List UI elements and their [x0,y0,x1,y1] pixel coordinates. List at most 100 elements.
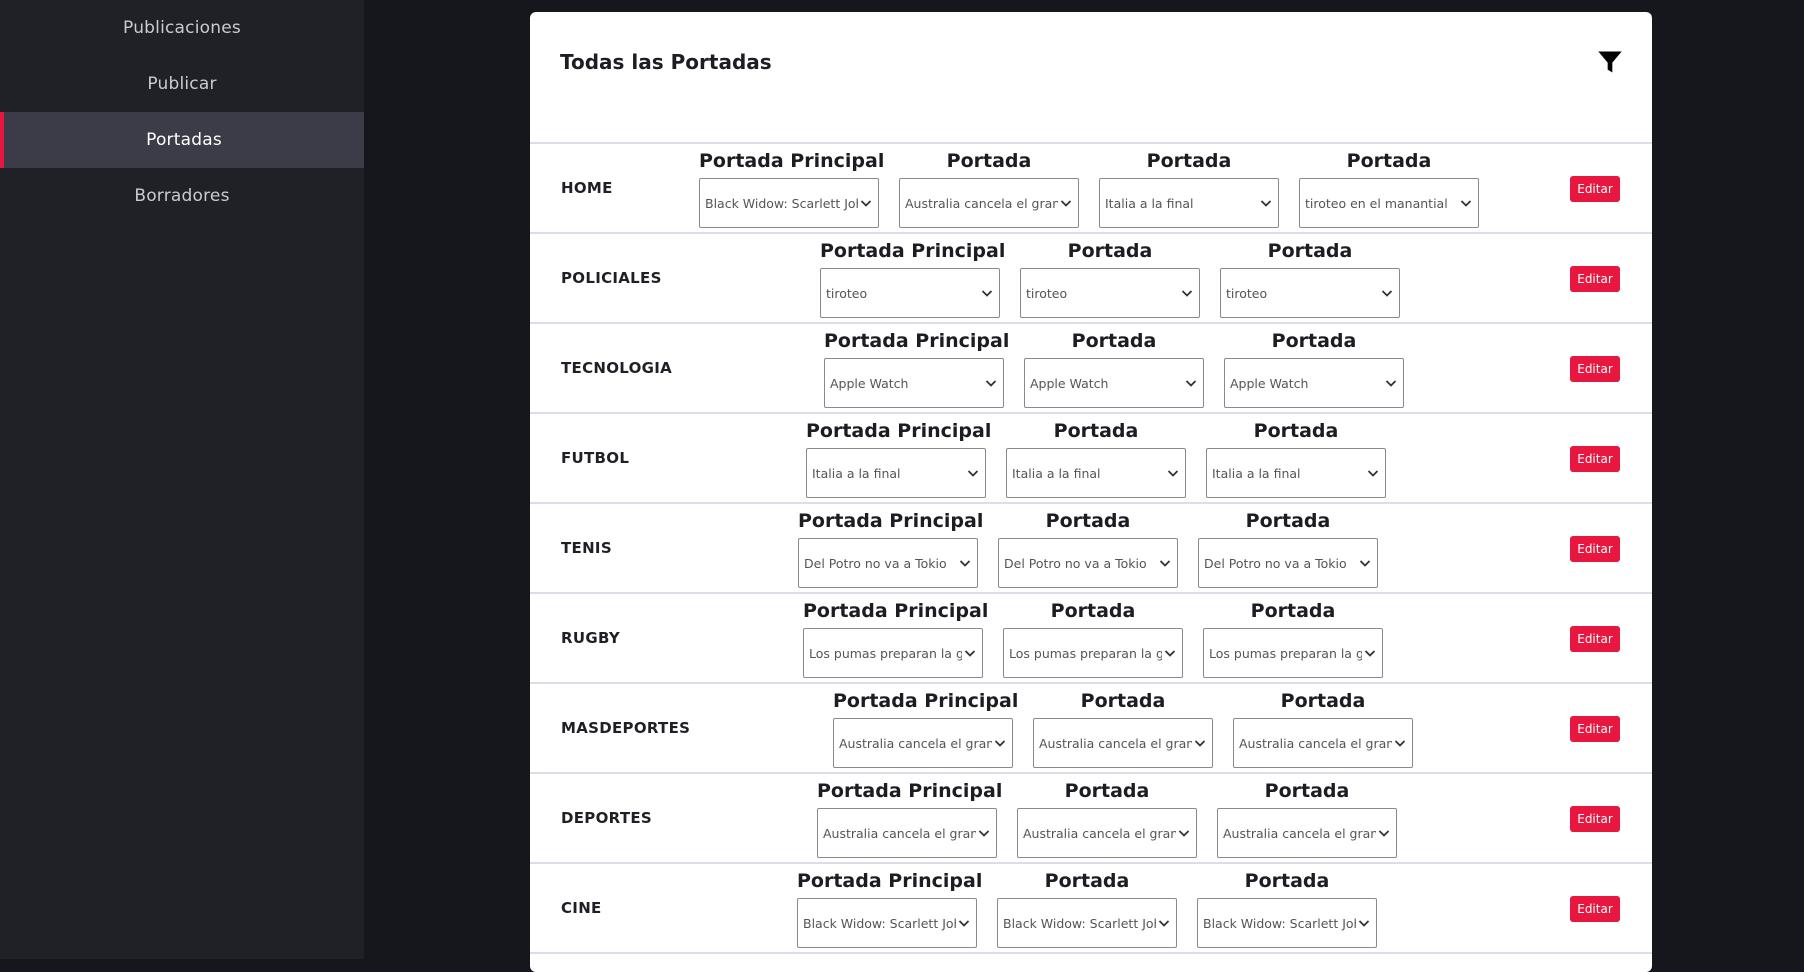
slot-label: Portada Principal [817,780,1003,802]
slot-label: Portada [1067,240,1153,262]
portada-slot: Portada Australia cancela el gran premio [1017,778,1197,858]
portada-select[interactable]: Los pumas preparan la gira [1003,628,1183,678]
portada-select[interactable]: Australia cancela el gran premio [833,718,1013,768]
slot-label: Portada [1253,420,1339,442]
portada-slot: Portada Apple Watch [1024,328,1204,408]
portada-select[interactable]: Black Widow: Scarlett Johansson [1197,898,1377,948]
section-row: FUTBOL Portada Principal Italia a la final… [530,414,1652,504]
slot-label: Portada [1271,330,1357,352]
section-name: MASDEPORTES [561,719,691,737]
portada-select[interactable]: Italia a la final [1099,178,1279,228]
slot-label: Portada [1064,780,1150,802]
select-value: Apple Watch [1030,375,1109,391]
chevron-down-icon [1359,560,1371,567]
portada-principal-slot: Portada Principal Apple Watch [824,328,1009,408]
portada-select[interactable]: Italia a la final [1206,448,1386,498]
edit-button[interactable]: Editar [1570,536,1620,562]
section-name: HOME [561,179,613,197]
portada-slot: Portada Italia a la final [1206,418,1386,498]
sidebar-item-borradores[interactable]: Borradores [0,168,364,224]
chevron-down-icon [1159,560,1171,567]
portada-select[interactable]: Australia cancela el gran premio [1217,808,1397,858]
portada-select[interactable]: tiroteo [820,268,1000,318]
chevron-down-icon [1367,470,1379,477]
chevron-down-icon [1167,470,1179,477]
chevron-down-icon [1185,380,1197,387]
portada-slots: Portada Principal Black Widow: Scarlett J… [699,148,1479,228]
chevron-down-icon [978,830,990,837]
filter-icon[interactable] [1596,48,1624,76]
card-header: Todas las Portadas [530,12,1652,142]
portada-select[interactable]: Australia cancela el gran premio [899,178,1079,228]
portada-select[interactable]: Del Potro no va a Tokio [798,538,978,588]
portada-select[interactable]: Italia a la final [806,448,986,498]
edit-button[interactable]: Editar [1570,356,1620,382]
chevron-down-icon [994,740,1006,747]
portada-slot: Portada Australia cancela el gran premio [1233,688,1413,768]
slot-label: Portada [1245,510,1331,532]
sections-list: HOME Portada Principal Black Widow: Scarle… [530,142,1652,954]
edit-button[interactable]: Editar [1570,176,1620,202]
edit-button[interactable]: Editar [1570,446,1620,472]
portada-select[interactable]: Apple Watch [1224,358,1404,408]
portada-select[interactable]: Italia a la final [1006,448,1186,498]
section-row: MASDEPORTES Portada Principal Australia ca… [530,684,1652,774]
portada-select[interactable]: Australia cancela el gran premio [817,808,997,858]
portada-select[interactable]: tiroteo [1220,268,1400,318]
slot-label: Portada [1053,420,1139,442]
select-value: Los pumas preparan la gira [1209,645,1362,661]
portada-select[interactable]: Los pumas preparan la gira [803,628,983,678]
slot-label: Portada Principal [798,510,984,532]
slot-label: Portada [1244,870,1330,892]
select-value: Australia cancela el gran premio [1023,825,1176,841]
edit-button[interactable]: Editar [1570,266,1620,292]
slot-label: Portada [1264,780,1350,802]
portada-slots: Portada Principal Apple Watch Portada Apple… [824,328,1404,408]
edit-button[interactable]: Editar [1570,806,1620,832]
select-value: Australia cancela el gran premio [839,735,992,751]
select-value: Del Potro no va a Tokio [1004,555,1147,571]
edit-button[interactable]: Editar [1570,626,1620,652]
portada-select[interactable]: Black Widow: Scarlett Johansson [997,898,1177,948]
select-value: Australia cancela el gran premio [823,825,976,841]
portada-select[interactable]: Apple Watch [1024,358,1204,408]
portada-select[interactable]: tiroteo en el manantial [1299,178,1479,228]
chevron-down-icon [1394,740,1406,747]
portada-select[interactable]: Australia cancela el gran premio [1017,808,1197,858]
slot-label: Portada [946,150,1032,172]
portada-select[interactable]: tiroteo [1020,268,1200,318]
portada-select[interactable]: Del Potro no va a Tokio [1198,538,1378,588]
portada-principal-slot: Portada Principal Black Widow: Scarlett J… [699,148,884,228]
portada-select[interactable]: Australia cancela el gran premio [1233,718,1413,768]
select-value: tiroteo [1026,285,1068,301]
portada-slot: Portada tiroteo [1220,238,1400,318]
portada-select[interactable]: Black Widow: Scarlett Johansson [797,898,977,948]
portada-slots: Portada Principal Del Potro no va a Tokio… [798,508,1378,588]
section-row: TECNOLOGIA Portada Principal Apple Watch Po… [530,324,1652,414]
chevron-down-icon [985,380,997,387]
portada-select[interactable]: Los pumas preparan la gira [1203,628,1383,678]
edit-button[interactable]: Editar [1570,896,1620,922]
portada-select[interactable]: Black Widow: Scarlett Johansson [699,178,879,228]
portada-slot: Portada Australia cancela el gran premio [899,148,1079,228]
select-value: Black Widow: Scarlett Johansson [1203,915,1356,931]
select-value: Italia a la final [812,465,901,481]
portada-slots: Portada Principal Australia cancela el gr… [817,778,1397,858]
chevron-down-icon [1060,200,1072,207]
select-value: Los pumas preparan la gira [809,645,962,661]
select-value: Del Potro no va a Tokio [804,555,947,571]
edit-button[interactable]: Editar [1570,716,1620,742]
chevron-down-icon [1194,740,1206,747]
sidebar-item-publicar[interactable]: Publicar [0,56,364,112]
portada-principal-slot: Portada Principal Del Potro no va a Tokio [798,508,984,588]
portada-principal-slot: Portada Principal Australia cancela el gr… [833,688,1018,768]
sidebar-item-publicaciones[interactable]: Publicaciones [0,0,364,56]
slot-label: Portada [1250,600,1336,622]
portada-select[interactable]: Australia cancela el gran premio [1033,718,1213,768]
sidebar-item-portadas[interactable]: Portadas [0,112,364,168]
chevron-down-icon [1364,650,1376,657]
portada-principal-slot: Portada Principal Italia a la final [806,418,991,498]
chevron-down-icon [860,200,872,207]
portada-select[interactable]: Del Potro no va a Tokio [998,538,1178,588]
portada-select[interactable]: Apple Watch [824,358,1004,408]
